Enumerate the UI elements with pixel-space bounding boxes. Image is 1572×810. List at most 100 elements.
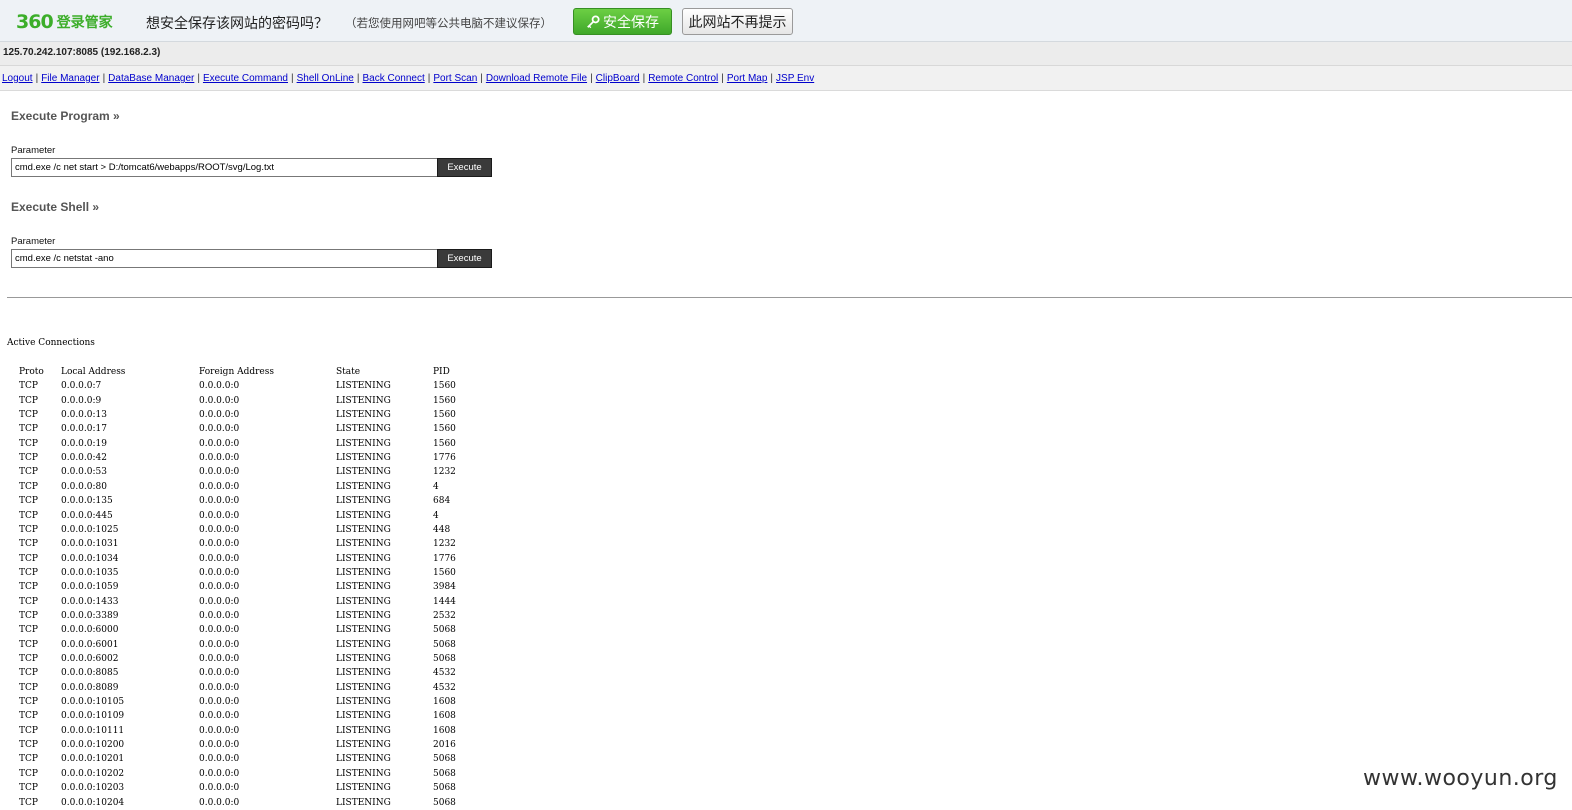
nav-link-database-manager[interactable]: DataBase Manager — [108, 73, 194, 84]
nav-separator: | — [721, 73, 724, 84]
output-cell-local-address: 0.0.0.0:6001 — [61, 639, 119, 650]
output-cell-pid: 5068 — [433, 754, 456, 765]
output-cell-state: LISTENING — [336, 438, 391, 449]
nav-link-back-connect[interactable]: Back Connect — [362, 73, 424, 84]
output-cell-state: LISTENING — [336, 725, 391, 736]
output-cell-pid: 4532 — [433, 682, 456, 693]
output-cell-proto: TCP — [19, 524, 38, 535]
nav-link-port-scan[interactable]: Port Scan — [433, 73, 477, 84]
output-cell-proto: TCP — [19, 668, 38, 679]
output-cell-foreign-address: 0.0.0.0:0 — [199, 567, 240, 578]
nav-separator: | — [35, 73, 39, 84]
output-cell-local-address: 0.0.0.0:135 — [61, 496, 113, 507]
never-prompt-button[interactable]: 此网站不再提示 — [682, 8, 793, 35]
output-cell-local-address: 0.0.0.0:1433 — [61, 596, 119, 607]
key-icon — [587, 14, 600, 28]
output-cell-proto: TCP — [19, 567, 38, 578]
safe-save-button[interactable]: 安全保存 — [573, 8, 672, 35]
output-cell-proto: TCP — [19, 768, 38, 779]
output-cell-foreign-address: 0.0.0.0:0 — [199, 524, 240, 535]
nav-link-port-map[interactable]: Port Map — [727, 73, 768, 84]
nav-link-remote-control[interactable]: Remote Control — [648, 73, 718, 84]
output-cell-foreign-address: 0.0.0.0:0 — [199, 797, 240, 808]
output-header-foreign-address: Foreign Address — [199, 367, 274, 377]
nav-link-jsp-env[interactable]: JSP Env — [776, 73, 814, 84]
output-cell-pid: 3984 — [433, 582, 456, 593]
output-cell-state: LISTENING — [336, 783, 391, 794]
output-cell-pid: 2016 — [433, 740, 456, 751]
output-cell-state: LISTENING — [336, 524, 391, 535]
output-cell-proto: TCP — [19, 797, 38, 808]
output-cell-proto: TCP — [19, 424, 38, 435]
output-cell-pid: 4 — [433, 481, 439, 492]
nav-link-execute-command[interactable]: Execute Command — [203, 73, 288, 84]
execute-program-button[interactable]: Execute — [437, 158, 492, 177]
output-cell-local-address: 0.0.0.0:1025 — [61, 524, 119, 535]
output-cell-local-address: 0.0.0.0:1059 — [61, 582, 119, 593]
nav-link-logout[interactable]: Logout — [2, 73, 33, 84]
nav-link-clipboard[interactable]: ClipBoard — [596, 73, 640, 84]
output-cell-local-address: 0.0.0.0:19 — [61, 438, 107, 449]
output-cell-proto: TCP — [19, 510, 38, 521]
output-cell-proto: TCP — [19, 610, 38, 621]
command-output: Active Connections Proto Local Address For… — [7, 338, 607, 810]
output-cell-state: LISTENING — [336, 740, 391, 751]
output-cell-proto: TCP — [19, 596, 38, 607]
output-cell-pid: 1560 — [433, 424, 456, 435]
output-cell-pid: 5068 — [433, 654, 456, 664]
output-cell-proto: TCP — [19, 539, 38, 550]
output-cell-proto: TCP — [19, 410, 38, 421]
output-cell-proto: TCP — [19, 467, 38, 478]
output-cell-pid: 1232 — [433, 539, 456, 550]
logo-text: 登录管家 — [56, 15, 113, 31]
output-cell-foreign-address: 0.0.0.0:0 — [199, 639, 240, 650]
output-cell-local-address: 0.0.0.0:1035 — [61, 567, 119, 578]
output-cell-state: LISTENING — [336, 754, 391, 765]
nav-separator: | — [590, 73, 593, 84]
output-cell-foreign-address: 0.0.0.0:0 — [199, 625, 240, 636]
output-cell-pid: 684 — [433, 496, 451, 507]
execute-shell-input[interactable] — [11, 249, 438, 268]
output-cell-state: LISTENING — [336, 682, 391, 693]
output-cell-local-address: 0.0.0.0:6002 — [61, 654, 119, 664]
nav-link-download-remote-file[interactable]: Download Remote File — [486, 73, 587, 84]
output-cell-proto: TCP — [19, 654, 38, 664]
output-cell-local-address: 0.0.0.0:1034 — [61, 553, 119, 564]
output-cell-pid: 5068 — [433, 625, 456, 636]
output-cell-local-address: 0.0.0.0:10201 — [61, 754, 125, 765]
output-cell-proto: TCP — [19, 553, 38, 564]
nav-separator: | — [356, 73, 360, 84]
output-cell-local-address: 0.0.0.0:17 — [61, 424, 107, 435]
output-cell-local-address: 0.0.0.0:1031 — [61, 539, 119, 550]
output-cell-pid: 1776 — [433, 553, 456, 564]
execute-program-input[interactable] — [11, 158, 438, 177]
safe-save-label: 安全保存 — [603, 14, 659, 31]
output-cell-pid: 1608 — [433, 697, 456, 708]
output-cell-foreign-address: 0.0.0.0:0 — [199, 510, 240, 521]
output-cell-pid: 1560 — [433, 567, 456, 578]
output-cell-local-address: 0.0.0.0:3389 — [61, 610, 119, 621]
output-cell-state: LISTENING — [336, 410, 391, 421]
logo-number: 360 — [16, 11, 54, 33]
nav-separator: | — [642, 73, 646, 84]
output-title: Active Connections — [7, 338, 95, 348]
output-cell-local-address: 0.0.0.0:10109 — [61, 711, 125, 722]
output-cell-proto: TCP — [19, 438, 38, 449]
output-cell-pid: 1608 — [433, 711, 456, 722]
nav-separator: | — [427, 73, 431, 84]
output-cell-proto: TCP — [19, 481, 38, 492]
output-cell-proto: TCP — [19, 740, 38, 751]
output-cell-local-address: 0.0.0.0:80 — [61, 481, 107, 492]
nav-link-file-manager[interactable]: File Manager — [41, 73, 99, 84]
output-cell-state: LISTENING — [336, 768, 391, 779]
execute-shell-button[interactable]: Execute — [437, 249, 492, 268]
output-cell-local-address: 0.0.0.0:9 — [61, 395, 102, 406]
output-cell-proto: TCP — [19, 395, 38, 406]
nav-link-shell-online[interactable]: Shell OnLine — [297, 73, 354, 84]
output-cell-proto: TCP — [19, 625, 38, 636]
output-cell-state: LISTENING — [336, 711, 391, 722]
output-cell-proto: TCP — [19, 381, 38, 392]
output-cell-foreign-address: 0.0.0.0:0 — [199, 783, 240, 794]
nav-separator: | — [197, 73, 200, 84]
output-cell-proto: TCP — [19, 725, 38, 736]
